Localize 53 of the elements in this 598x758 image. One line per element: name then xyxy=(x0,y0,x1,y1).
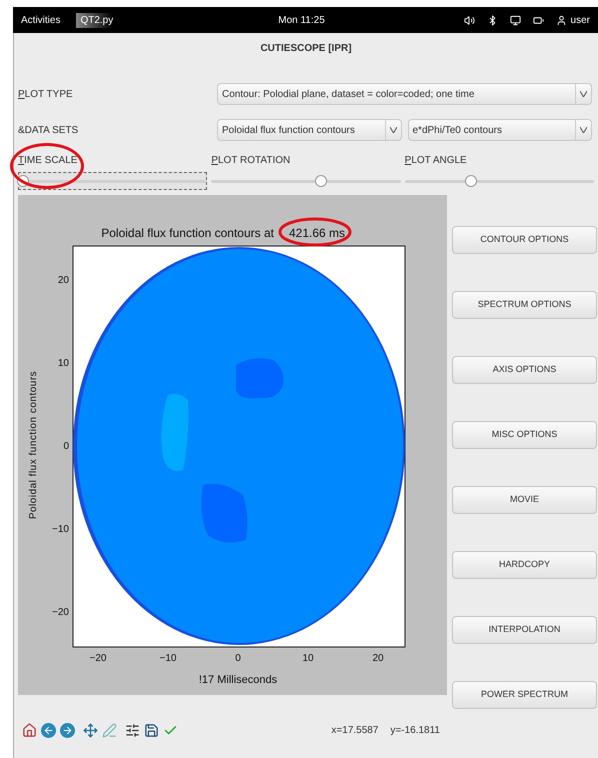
slider-handle[interactable] xyxy=(464,175,477,187)
plot-time: 421.66 ms xyxy=(289,226,346,240)
window-title: CUTIESCOPE [IPR] xyxy=(260,42,352,56)
home-icon[interactable] xyxy=(22,722,37,738)
y-axis-label: Poloidal flux function contours xyxy=(28,370,39,520)
plot-type-label: PLOT TYPE xyxy=(18,88,74,102)
y-tick-label: −20 xyxy=(52,607,69,618)
option-button[interactable]: MOVIE xyxy=(452,486,597,514)
volume-icon[interactable] xyxy=(464,14,475,26)
option-button[interactable]: MISC OPTIONS xyxy=(452,421,597,449)
plot-type-dropdown[interactable]: Contour: Polodial plane, dataset = color=coded; one time xyxy=(217,83,592,105)
y-tick-label: −10 xyxy=(52,524,69,535)
battery-icon[interactable] xyxy=(532,14,544,26)
y-coordinate: y=-16.1811 xyxy=(390,724,440,738)
save-icon[interactable] xyxy=(144,722,159,738)
slider-label: PLOT ANGLE xyxy=(404,154,467,168)
clock[interactable]: Mon 11:25 xyxy=(278,12,325,28)
slider[interactable] xyxy=(18,172,208,190)
data-sets-label: &DATA SETS xyxy=(18,124,80,138)
option-button[interactable]: POWER SPECTRUM xyxy=(452,681,597,709)
caret-icon xyxy=(580,91,587,97)
y-tick-label: 10 xyxy=(58,358,69,369)
data-set-dropdown[interactable]: Poloidal flux function contours xyxy=(217,119,402,141)
bluetooth-icon[interactable] xyxy=(486,14,498,26)
plot-title: Poloidal flux function contours at xyxy=(101,226,274,240)
caret-icon xyxy=(390,127,396,133)
option-button[interactable]: CONTOUR OPTIONS xyxy=(452,226,597,254)
x-tick-label: 0 xyxy=(235,653,241,664)
option-button[interactable]: AXIS OPTIONS xyxy=(452,356,597,384)
app-menu[interactable]: QT2.py xyxy=(76,12,114,28)
x-tick-label: 10 xyxy=(302,653,314,664)
x-axis-label: !17 Milliseconds xyxy=(198,674,278,686)
caret-icon xyxy=(580,127,587,133)
back-icon[interactable] xyxy=(41,722,56,738)
option-button[interactable]: INTERPOLATION xyxy=(452,616,597,644)
data-set-dropdown[interactable]: e*dPhi/Te0 contours xyxy=(408,119,592,141)
option-button[interactable]: HARDCOPY xyxy=(452,551,597,579)
x-tick-label: 20 xyxy=(372,653,384,664)
user-icon[interactable] xyxy=(556,14,567,26)
forward-icon[interactable] xyxy=(60,722,75,738)
x-tick-label: −10 xyxy=(160,653,176,664)
slider-label: PLOT ROTATION xyxy=(211,154,290,168)
slider-handle[interactable] xyxy=(315,175,328,187)
option-button[interactable]: SPECTRUM OPTIONS xyxy=(452,291,597,319)
y-tick-label: 0 xyxy=(63,441,69,452)
activities-button[interactable]: Activities xyxy=(21,12,60,28)
x-coordinate: x=17.5587 xyxy=(331,724,378,738)
x-tick-label: −20 xyxy=(90,653,106,664)
sliders-icon[interactable] xyxy=(125,722,140,738)
user-name[interactable]: user xyxy=(570,12,590,28)
slider-label: TIME SCALE xyxy=(18,154,78,168)
y-tick-label: 20 xyxy=(58,275,69,286)
pan-icon[interactable] xyxy=(83,722,98,738)
